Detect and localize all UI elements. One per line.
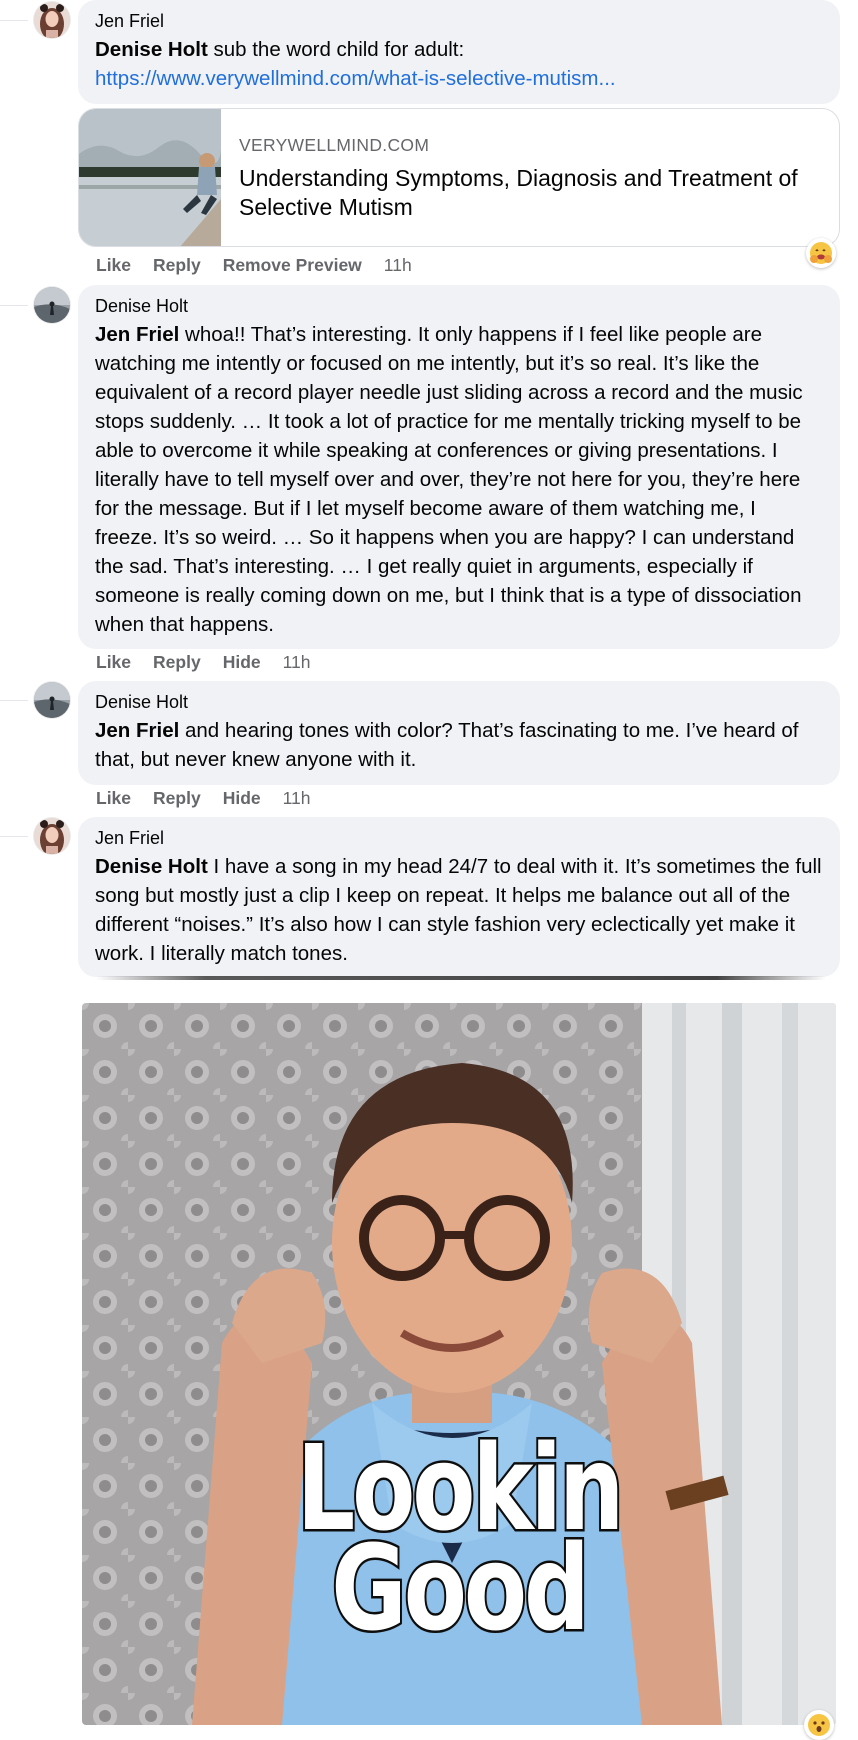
- comment-bubble: Jen Friel Denise Holt sub the word child…: [78, 0, 840, 104]
- comment-text: and hearing tones with color? That’s fas…: [95, 719, 799, 771]
- comment-mention[interactable]: Jen Friel: [95, 323, 179, 346]
- reaction-badge[interactable]: [806, 238, 836, 268]
- link-preview-thumbnail: [79, 109, 221, 246]
- reply-button[interactable]: Reply: [153, 652, 201, 673]
- avatar-denise-holt[interactable]: [34, 287, 70, 323]
- comment-mention[interactable]: Jen Friel: [95, 719, 179, 742]
- link-preview-domain: VERYWELLMIND.COM: [239, 135, 430, 155]
- comment-body: Jen Friel whoa!! That’s interesting. It …: [95, 320, 824, 639]
- surprised-emoji-icon: [808, 1714, 830, 1736]
- comment-author[interactable]: Jen Friel: [95, 10, 824, 32]
- comment-author[interactable]: Denise Holt: [95, 691, 824, 713]
- comment-bubble: Jen Friel Denise Holt I have a song in m…: [78, 817, 840, 977]
- link-preview-card[interactable]: VERYWELLMIND.COM Understanding Symptoms,…: [78, 108, 840, 247]
- comment-actions: Like Reply Hide 11h: [96, 788, 311, 809]
- comment-author[interactable]: Jen Friel: [95, 827, 824, 849]
- avatar-jen-friel-image: [34, 818, 70, 854]
- bubble-edge-shadow: [96, 976, 826, 980]
- thread-connector: [0, 20, 28, 21]
- comment-body: Jen Friel and hearing tones with color? …: [95, 716, 824, 774]
- avatar-jen-friel-image: [34, 2, 70, 38]
- avatar-denise-holt-image: [34, 682, 70, 718]
- comment-body: Denise Holt I have a song in my head 24/…: [95, 852, 824, 968]
- comment-mention[interactable]: Denise Holt: [95, 855, 208, 878]
- gif-attachment[interactable]: Lookin Good: [82, 1003, 836, 1725]
- comment-author[interactable]: Denise Holt: [95, 295, 824, 317]
- comment-text: sub the word child for adult:: [207, 38, 465, 61]
- comment-timestamp[interactable]: 11h: [384, 255, 412, 276]
- comment-mention[interactable]: Denise Holt: [95, 38, 208, 61]
- comment-actions: Like Reply Hide 11h: [96, 652, 311, 673]
- thread-connector: [0, 836, 28, 837]
- comment-bubble: Denise Holt Jen Friel whoa!! That’s inte…: [78, 285, 840, 649]
- comment-body: Denise Holt sub the word child for adult…: [95, 35, 824, 64]
- thread-connector: [0, 700, 28, 701]
- avatar-denise-holt-image: [34, 287, 70, 323]
- reaction-badge[interactable]: [804, 1710, 834, 1740]
- comment-timestamp[interactable]: 11h: [283, 788, 311, 809]
- hug-emoji-icon: [810, 242, 832, 264]
- remove-preview-button[interactable]: Remove Preview: [223, 255, 362, 276]
- gif-caption-line2: Good: [329, 1519, 591, 1657]
- reply-button[interactable]: Reply: [153, 255, 201, 276]
- hide-button[interactable]: Hide: [223, 788, 261, 809]
- comment-actions: Like Reply Remove Preview 11h: [96, 255, 412, 276]
- like-button[interactable]: Like: [96, 255, 131, 276]
- comment-text: whoa!! That’s interesting. It only happe…: [95, 323, 803, 636]
- hide-button[interactable]: Hide: [223, 652, 261, 673]
- like-button[interactable]: Like: [96, 652, 131, 673]
- avatar-jen-friel[interactable]: [34, 2, 70, 38]
- avatar-denise-holt[interactable]: [34, 682, 70, 718]
- avatar-jen-friel[interactable]: [34, 818, 70, 854]
- comment-bubble: Denise Holt Jen Friel and hearing tones …: [78, 681, 840, 785]
- reply-button[interactable]: Reply: [153, 788, 201, 809]
- thread-connector: [0, 305, 28, 306]
- link-preview-title[interactable]: Understanding Symptoms, Diagnosis and Tr…: [239, 164, 819, 222]
- comment-timestamp[interactable]: 11h: [283, 652, 311, 673]
- like-button[interactable]: Like: [96, 788, 131, 809]
- comment-link[interactable]: https://www.verywellmind.com/what-is-sel…: [95, 64, 824, 93]
